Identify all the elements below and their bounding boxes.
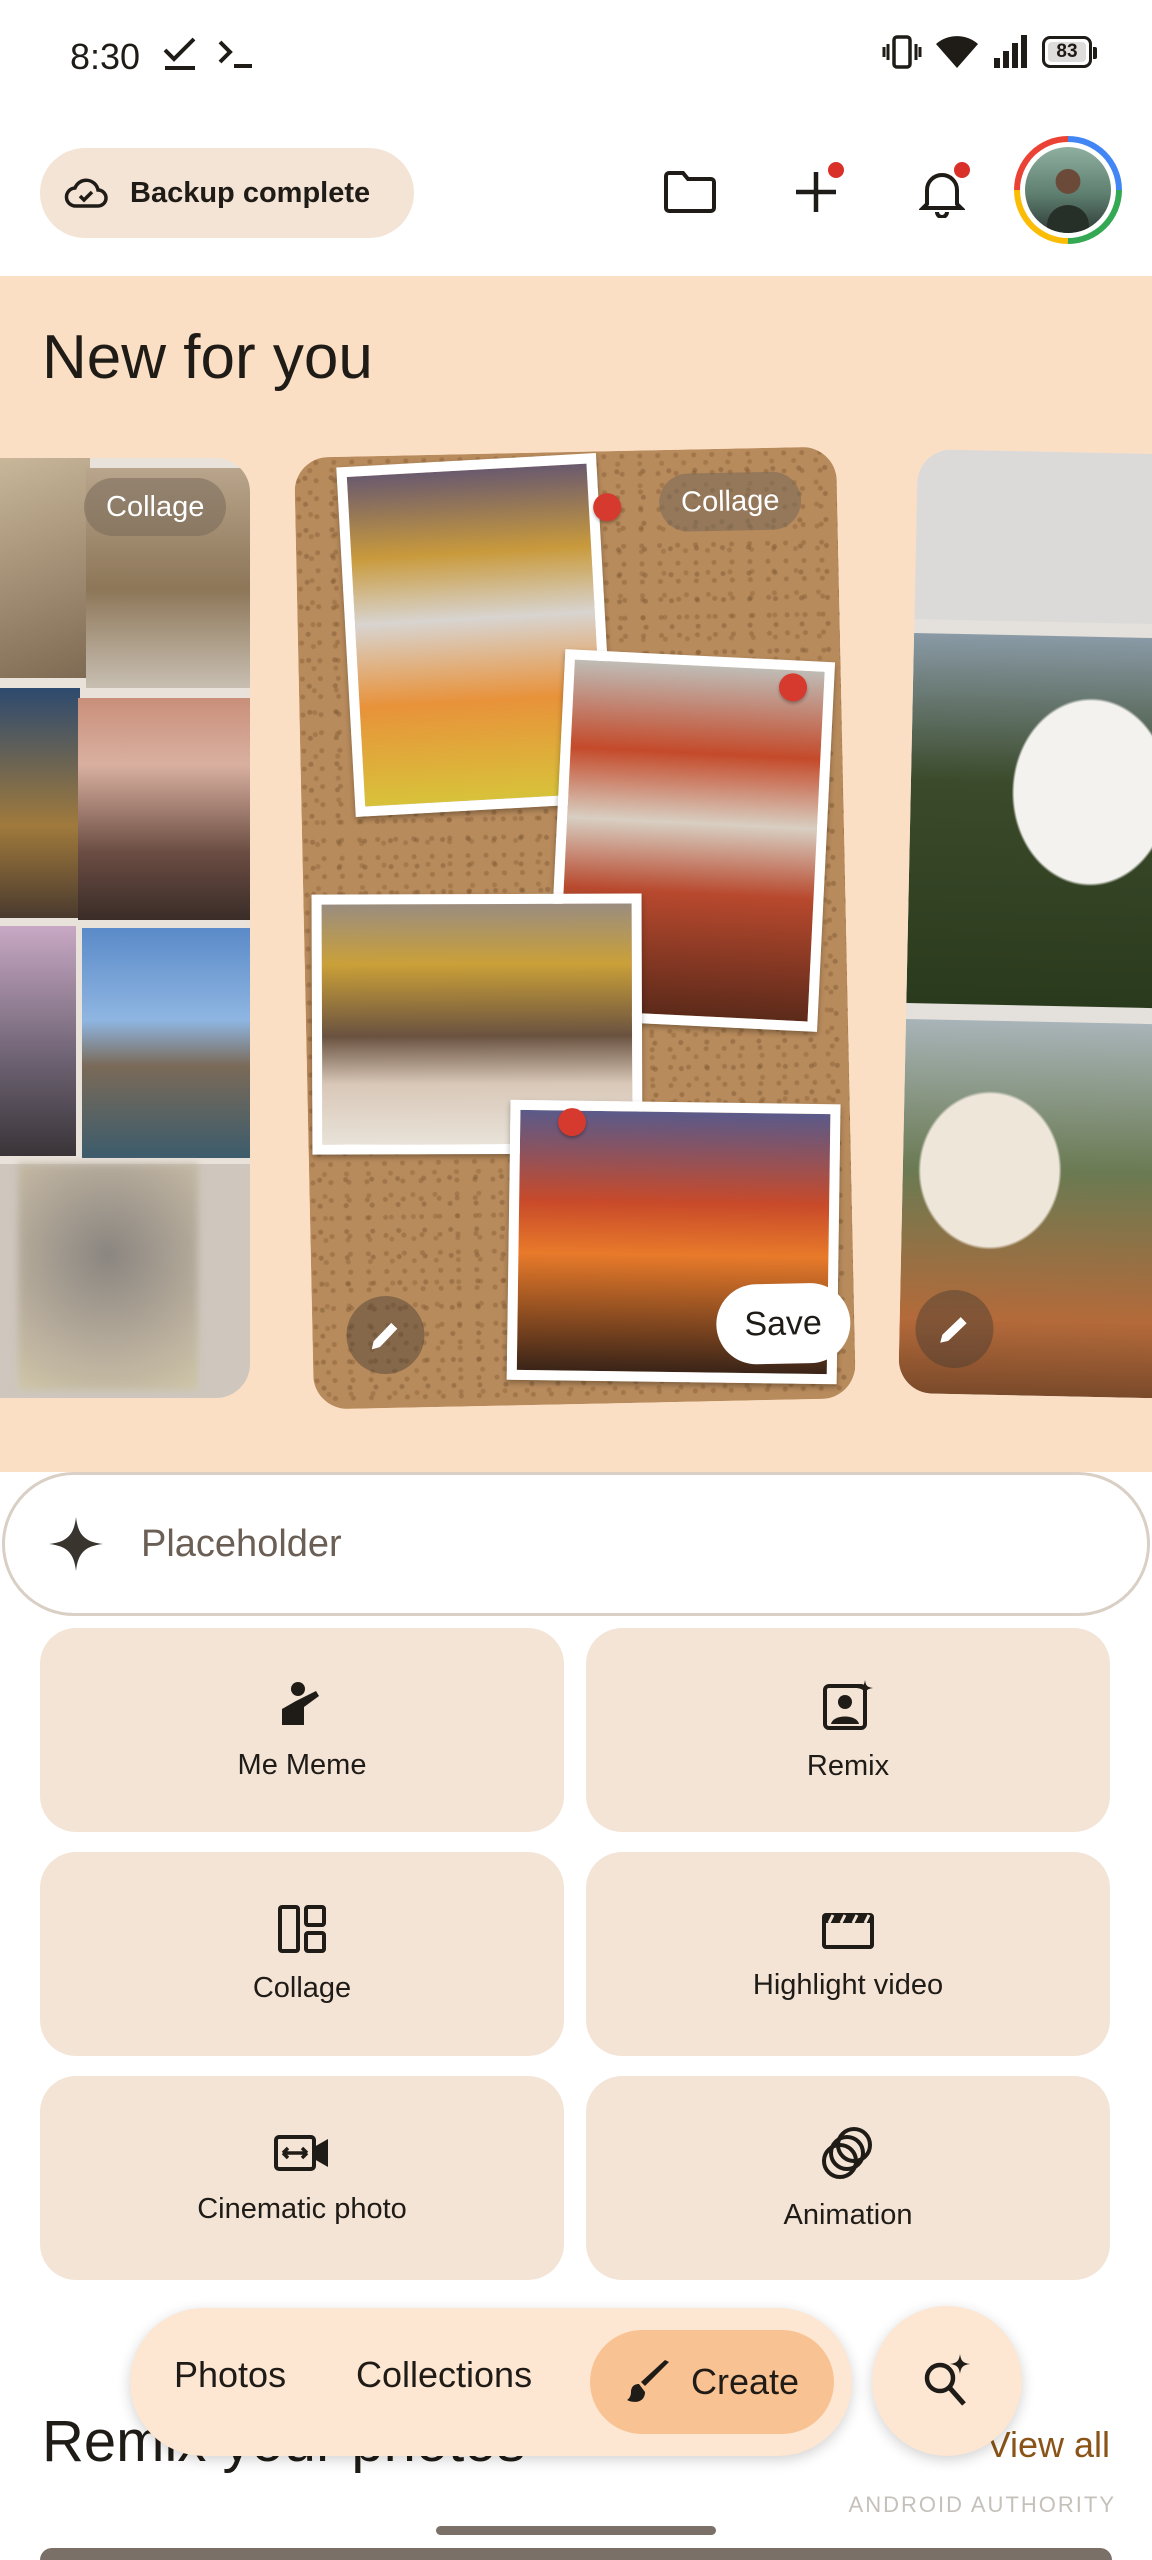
remix-thumbnails-strip: [40, 2548, 1112, 2560]
nav-create-label: Create: [690, 2361, 800, 2402]
battery-indicator: 83: [1042, 36, 1097, 68]
notification-dot: [952, 160, 972, 180]
status-icons: 83: [882, 34, 1097, 70]
battery-level: 83: [1056, 41, 1078, 62]
nav-photos[interactable]: Photos: [174, 2354, 286, 2396]
tool-label: Me Meme: [237, 1748, 367, 1781]
prompt-placeholder: Placeholder: [141, 1522, 342, 1565]
blurred-photo: [18, 1164, 198, 1390]
wifi-icon: [936, 36, 978, 68]
folder-icon: [664, 171, 716, 213]
avatar-image: [1025, 147, 1111, 233]
account-avatar[interactable]: [1014, 136, 1122, 244]
status-time: 8:30: [70, 36, 141, 77]
pencil-icon: [371, 1322, 398, 1350]
animation-icon: [822, 2126, 872, 2179]
status-bar: 8:30 83: [0, 0, 1152, 112]
brush-icon: [626, 2360, 669, 2402]
pin: [592, 492, 622, 522]
sparkle-icon: [49, 1517, 103, 1571]
notification-dot: [826, 160, 846, 180]
tool-label: Remix: [806, 1749, 890, 1782]
search-sparkle-icon: [924, 2354, 970, 2406]
highlight-video-icon: [822, 1912, 874, 1949]
nav-create[interactable]: Create: [590, 2330, 834, 2434]
collage-photo: [906, 633, 1152, 1010]
prompt-input[interactable]: Placeholder: [2, 1472, 1150, 1616]
collage-photo: [0, 458, 90, 678]
collage-photo: [0, 926, 76, 1156]
task-check-icon: [163, 37, 196, 70]
view-all-link[interactable]: View all: [987, 2424, 1110, 2466]
collage-photo: [0, 688, 80, 918]
library-button[interactable]: [650, 152, 730, 232]
tool-label: Animation: [783, 2198, 913, 2231]
collage-photo: [78, 698, 250, 920]
collage-photo: [82, 928, 250, 1158]
collage-photo: [914, 449, 1152, 626]
signal-icon: [994, 35, 1027, 68]
collage-icon: [278, 1904, 326, 1953]
collage-card-left[interactable]: Collage: [0, 458, 250, 1398]
watermark: ANDROID AUTHORITY: [848, 2492, 1116, 2517]
pencil-icon: [940, 1317, 967, 1343]
card-type-chip: Collage: [658, 471, 803, 533]
tool-collage[interactable]: Collage: [40, 1852, 564, 2056]
tool-remix[interactable]: Remix: [586, 1628, 1110, 1832]
tool-me-meme[interactable]: Me Meme: [40, 1628, 564, 1832]
nav-collections[interactable]: Collections: [356, 2354, 532, 2396]
section-title: New for you: [42, 323, 373, 392]
tool-label: Cinematic photo: [197, 2192, 407, 2225]
vibrate-icon: [882, 35, 922, 69]
remix-icon: [823, 1679, 873, 1730]
me-meme-icon: [282, 1681, 319, 1725]
cinematic-photo-icon: [274, 2134, 328, 2171]
tool-highlight-video[interactable]: Highlight video: [586, 1852, 1110, 2056]
tool-label: Collage: [252, 1971, 352, 2004]
home-gesture-handle[interactable]: [436, 2526, 716, 2535]
add-button[interactable]: [776, 152, 856, 232]
bottom-navigation: Photos Collections Create: [130, 2308, 852, 2456]
tool-animation[interactable]: Animation: [586, 2076, 1110, 2280]
backup-status-chip[interactable]: Backup complete: [40, 148, 414, 238]
new-for-you-section: New for you Collage Collage Save: [0, 276, 1152, 1472]
card-type-chip: Collage: [84, 478, 227, 536]
tool-label: Highlight video: [752, 1968, 944, 2001]
notifications-button[interactable]: [902, 152, 982, 232]
collage-card-center[interactable]: Collage Save: [294, 446, 856, 1410]
save-button[interactable]: Save: [715, 1282, 851, 1366]
cloud-check-icon: [64, 178, 108, 208]
collage-card-right[interactable]: [898, 449, 1152, 1399]
backup-status-label: Backup complete: [130, 176, 371, 209]
tool-cinematic-photo[interactable]: Cinematic photo: [40, 2076, 564, 2280]
ask-search-button[interactable]: [872, 2306, 1022, 2456]
edit-button[interactable]: [345, 1295, 426, 1375]
terminal-icon: [218, 40, 252, 68]
